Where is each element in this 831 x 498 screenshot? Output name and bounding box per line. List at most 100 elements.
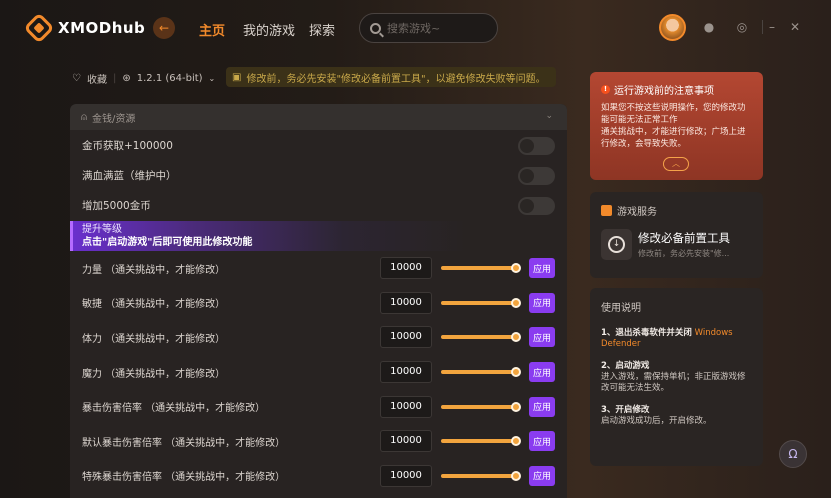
- stat-row: 默认暴击伤害倍率 （通关挑战中，才能修改） 10000 应用: [70, 424, 567, 459]
- mouse-icon: ⍝: [81, 111, 87, 123]
- usage-card: 使用说明 1、退出杀毒软件并关闭 Windows Defender 2、启动游戏…: [590, 288, 763, 466]
- chevron-down-icon: ⌄: [545, 111, 553, 121]
- alert-icon: !: [601, 85, 610, 94]
- usage-title: 使用说明: [601, 303, 641, 314]
- stat-row: 魔力 （通关挑战中，才能修改） 10000 应用: [70, 355, 567, 390]
- toggle-switch[interactable]: [518, 197, 555, 215]
- stat-label: 力量 （通关挑战中，才能修改）: [82, 264, 226, 276]
- collapse-button[interactable]: ︿: [663, 157, 689, 171]
- usage-step: 1、退出杀毒软件并关闭 Windows Defender: [601, 328, 752, 350]
- slider-handle[interactable]: [511, 401, 521, 412]
- apply-button[interactable]: 应用: [529, 292, 555, 313]
- stat-row: 力量 （通关挑战中，才能修改） 10000 应用: [70, 251, 567, 286]
- box-icon: [601, 205, 612, 216]
- apply-button[interactable]: 应用: [529, 396, 555, 417]
- back-button[interactable]: ←: [153, 17, 175, 39]
- slider-handle[interactable]: [511, 297, 521, 308]
- stat-value-input[interactable]: 10000: [380, 291, 432, 314]
- cheat-panel: ⍝ 金钱/资源 ⌄ 金币获取+100000 满血满蓝（维护中） 增加5000金币…: [70, 104, 567, 498]
- info-divider: |: [112, 72, 117, 84]
- close-icon[interactable]: ✕: [788, 20, 802, 34]
- stat-label: 魔力 （通关挑战中，才能修改）: [82, 368, 226, 380]
- toggle-label: 金币获取+100000: [82, 139, 173, 152]
- chevron-down-icon: ⌄: [208, 73, 216, 83]
- slider-handle[interactable]: [511, 436, 521, 447]
- top-bar: XMODhub ← 主页 我的游戏 探索 ● ◎ – ✕: [0, 0, 831, 56]
- stat-slider[interactable]: [441, 439, 517, 444]
- stat-slider[interactable]: [441, 404, 517, 409]
- stat-label: 体力 （通关挑战中，才能修改）: [82, 333, 226, 345]
- user-avatar[interactable]: [659, 14, 686, 41]
- nav-home[interactable]: 主页: [199, 20, 225, 39]
- stat-slider[interactable]: [441, 473, 517, 478]
- toggle-row: 增加5000金币: [70, 190, 567, 220]
- search-input[interactable]: [387, 21, 487, 35]
- level-up-banner: 提升等级 点击"启动游戏"后即可使用此修改功能: [70, 221, 567, 251]
- toggle-label: 增加5000金币: [82, 199, 151, 212]
- stat-label: 敏捷 （通关挑战中，才能修改）: [82, 299, 226, 311]
- toggle-switch[interactable]: [518, 137, 555, 155]
- step-text: 进入游戏，需保持单机；非正版游戏修改可能无法生效。: [601, 372, 746, 393]
- service-header: 游戏服务: [601, 203, 752, 218]
- stat-row: 敏捷 （通关挑战中，才能修改） 10000 应用: [70, 286, 567, 321]
- stat-value-input[interactable]: 10000: [380, 257, 432, 280]
- chevron-up-icon: ︿: [672, 159, 680, 168]
- stat-label: 特殊暴击伤害倍率 （通关挑战中，才能修改）: [82, 472, 286, 484]
- banner-title: 提升等级: [82, 224, 122, 235]
- warning-header: ! 运行游戏前的注意事项: [601, 82, 752, 97]
- step-title: 1、退出杀毒软件并关闭: [601, 328, 692, 338]
- version-label[interactable]: 1.2.1 (64-bit): [137, 73, 203, 84]
- search-box[interactable]: [359, 13, 498, 43]
- slider-handle[interactable]: [511, 470, 521, 481]
- download-icon: ↓: [601, 229, 632, 260]
- stat-label: 暴击伤害倍率 （通关挑战中，才能修改）: [82, 403, 266, 415]
- warning-title: 运行游戏前的注意事项: [614, 86, 714, 97]
- stat-slider[interactable]: [441, 266, 517, 271]
- stat-label: 默认暴击伤害倍率 （通关挑战中，才能修改）: [82, 437, 286, 449]
- apply-button[interactable]: 应用: [529, 258, 555, 279]
- toggle-switch[interactable]: [518, 167, 555, 185]
- usage-step: 3、开启修改 启动游戏成功后，开启修改。: [601, 405, 752, 427]
- stat-slider[interactable]: [441, 370, 517, 375]
- minimize-icon[interactable]: –: [765, 20, 779, 34]
- prerequisite-tool[interactable]: ↓ 修改必备前置工具 修改前，务必先安装"修...: [601, 229, 752, 260]
- chat-icon: ▣: [232, 71, 242, 83]
- service-title: 游戏服务: [617, 207, 657, 218]
- stat-row: 特殊暴击伤害倍率 （通关挑战中，才能修改） 10000 应用: [70, 459, 567, 494]
- apply-button[interactable]: 应用: [529, 431, 555, 452]
- nav-my-games[interactable]: 我的游戏: [243, 20, 295, 39]
- stat-slider[interactable]: [441, 335, 517, 340]
- game-service-card: 游戏服务 ↓ 修改必备前置工具 修改前，务必先安装"修...: [590, 192, 763, 278]
- steam-icon: ⊛: [122, 72, 131, 84]
- stat-slider[interactable]: [441, 300, 517, 305]
- slider-handle[interactable]: [511, 332, 521, 343]
- apply-button[interactable]: 应用: [529, 362, 555, 383]
- game-info-bar: ♡ 收藏 | ⊛ 1.2.1 (64-bit) ⌄: [72, 68, 215, 88]
- apply-button[interactable]: 应用: [529, 327, 555, 348]
- notification-icon[interactable]: ●: [702, 20, 716, 34]
- heart-icon[interactable]: ♡: [72, 73, 81, 84]
- favorite-label[interactable]: 收藏: [87, 71, 107, 86]
- stat-value-input[interactable]: 10000: [380, 326, 432, 349]
- toggle-label: 满血满蓝（维护中）: [82, 169, 177, 182]
- settings-icon[interactable]: ◎: [735, 20, 749, 34]
- usage-step: 2、启动游戏 进入游戏，需保持单机；非正版游戏修改可能无法生效。: [601, 361, 752, 394]
- apply-button[interactable]: 应用: [529, 465, 555, 486]
- stat-value-input[interactable]: 10000: [380, 395, 432, 418]
- app-logo[interactable]: XMODhub: [23, 12, 145, 44]
- stat-value-input[interactable]: 10000: [380, 464, 432, 487]
- nav-explore[interactable]: 探索: [309, 20, 335, 39]
- slider-handle[interactable]: [511, 367, 521, 378]
- step-title: 3、开启修改: [601, 405, 650, 415]
- stat-value-input[interactable]: 10000: [380, 430, 432, 453]
- support-button[interactable]: Ω: [779, 440, 807, 468]
- banner-subtitle: 点击"启动游戏"后即可使用此修改功能: [82, 237, 253, 248]
- tool-name: 修改必备前置工具: [638, 231, 730, 245]
- toggle-row: 满血满蓝（维护中）: [70, 160, 567, 190]
- warning-line: 通关挑战中，才能进行修改；广场上进行修改，会导致失败。: [601, 127, 746, 149]
- search-icon: [370, 22, 381, 34]
- stat-value-input[interactable]: 10000: [380, 361, 432, 384]
- section-header[interactable]: ⍝ 金钱/资源 ⌄: [70, 104, 567, 130]
- stat-row: 暴击伤害倍率 （通关挑战中，才能修改） 10000 应用: [70, 389, 567, 424]
- slider-handle[interactable]: [511, 263, 521, 274]
